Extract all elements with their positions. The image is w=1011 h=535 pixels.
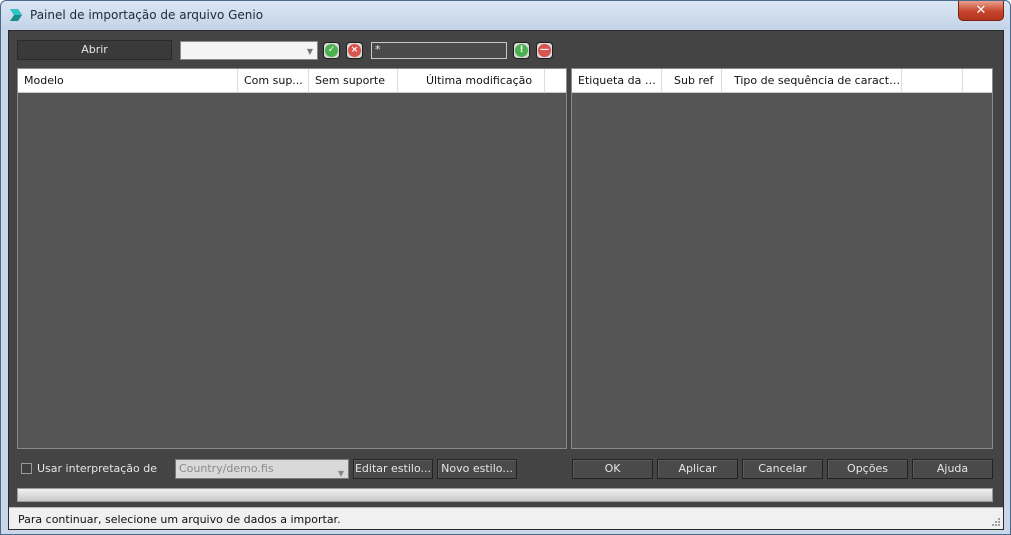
filter-clear-button[interactable]: — bbox=[536, 42, 553, 59]
help-button[interactable]: Ajuda bbox=[912, 459, 993, 479]
ok-button[interactable]: OK bbox=[572, 459, 653, 479]
column-header-sub-ref[interactable]: Sub ref bbox=[662, 69, 722, 93]
filter-input[interactable]: * bbox=[371, 42, 507, 59]
filter-apply-button[interactable]: ! bbox=[513, 42, 530, 59]
column-header-blank bbox=[902, 69, 963, 93]
minus-circle-icon: — bbox=[538, 44, 551, 57]
chevron-down-icon: ▼ bbox=[306, 47, 313, 56]
model-list[interactable]: Modelo Com sup... Sem suporte Última mod… bbox=[17, 68, 567, 449]
use-interpretation-checkbox[interactable] bbox=[21, 463, 32, 474]
check-icon: ✓ bbox=[325, 44, 338, 57]
column-header-string-type[interactable]: Tipo de sequência de caracteres bbox=[722, 69, 902, 93]
column-header-filler bbox=[545, 69, 566, 93]
chevron-down-icon: ▼ bbox=[337, 469, 344, 478]
accept-button[interactable]: ✓ bbox=[323, 42, 340, 59]
column-header-filler bbox=[963, 69, 992, 93]
file-combo[interactable]: ▼ bbox=[180, 41, 318, 60]
options-button[interactable]: Opções bbox=[827, 459, 908, 479]
close-button[interactable]: ✕ bbox=[958, 1, 1004, 21]
column-header-model[interactable]: Modelo bbox=[18, 69, 238, 93]
status-bar: Para continuar, selecione um arquivo de … bbox=[9, 507, 1003, 529]
tag-list-header: Etiqueta da s... Sub ref Tipo de sequênc… bbox=[572, 69, 992, 93]
status-text: Para continuar, selecione um arquivo de … bbox=[18, 513, 341, 526]
tag-list[interactable]: Etiqueta da s... Sub ref Tipo de sequênc… bbox=[571, 68, 993, 449]
column-header-last-modified[interactable]: Última modificação bbox=[398, 69, 545, 93]
window-title: Painel de importação de arquivo Genio bbox=[30, 8, 264, 22]
style-combo-value: Country/demo.fis bbox=[179, 462, 274, 475]
use-interpretation-label: Usar interpretação de bbox=[37, 462, 158, 475]
column-header-tag[interactable]: Etiqueta da s... bbox=[572, 69, 662, 93]
info-down-icon: ! bbox=[515, 44, 528, 57]
new-style-button[interactable]: Novo estilo... bbox=[437, 459, 517, 479]
import-dialog-window: Painel de importação de arquivo Genio ✕ … bbox=[0, 0, 1011, 535]
open-button[interactable]: Abrir bbox=[17, 40, 172, 60]
apply-button[interactable]: Aplicar bbox=[657, 459, 738, 479]
title-bar[interactable]: Painel de importação de arquivo Genio ✕ bbox=[1, 1, 1010, 29]
style-combo[interactable]: Country/demo.fis ▼ bbox=[175, 459, 349, 479]
x-circle-icon: × bbox=[348, 44, 361, 57]
resize-grip-icon[interactable] bbox=[991, 517, 1001, 527]
edit-style-button[interactable]: Editar estilo... bbox=[353, 459, 433, 479]
app-logo-icon bbox=[10, 9, 22, 21]
reject-button[interactable]: × bbox=[346, 42, 363, 59]
dialog-client-area: Abrir ▼ ✓ × * ! — Modelo Com sup... Sem … bbox=[8, 30, 1004, 530]
column-header-supported[interactable]: Com sup... bbox=[238, 69, 309, 93]
cancel-button[interactable]: Cancelar bbox=[742, 459, 823, 479]
progress-bar bbox=[17, 488, 993, 502]
model-list-header: Modelo Com sup... Sem suporte Última mod… bbox=[18, 69, 566, 93]
close-icon: ✕ bbox=[975, 3, 987, 18]
column-header-unsupported[interactable]: Sem suporte bbox=[309, 69, 398, 93]
